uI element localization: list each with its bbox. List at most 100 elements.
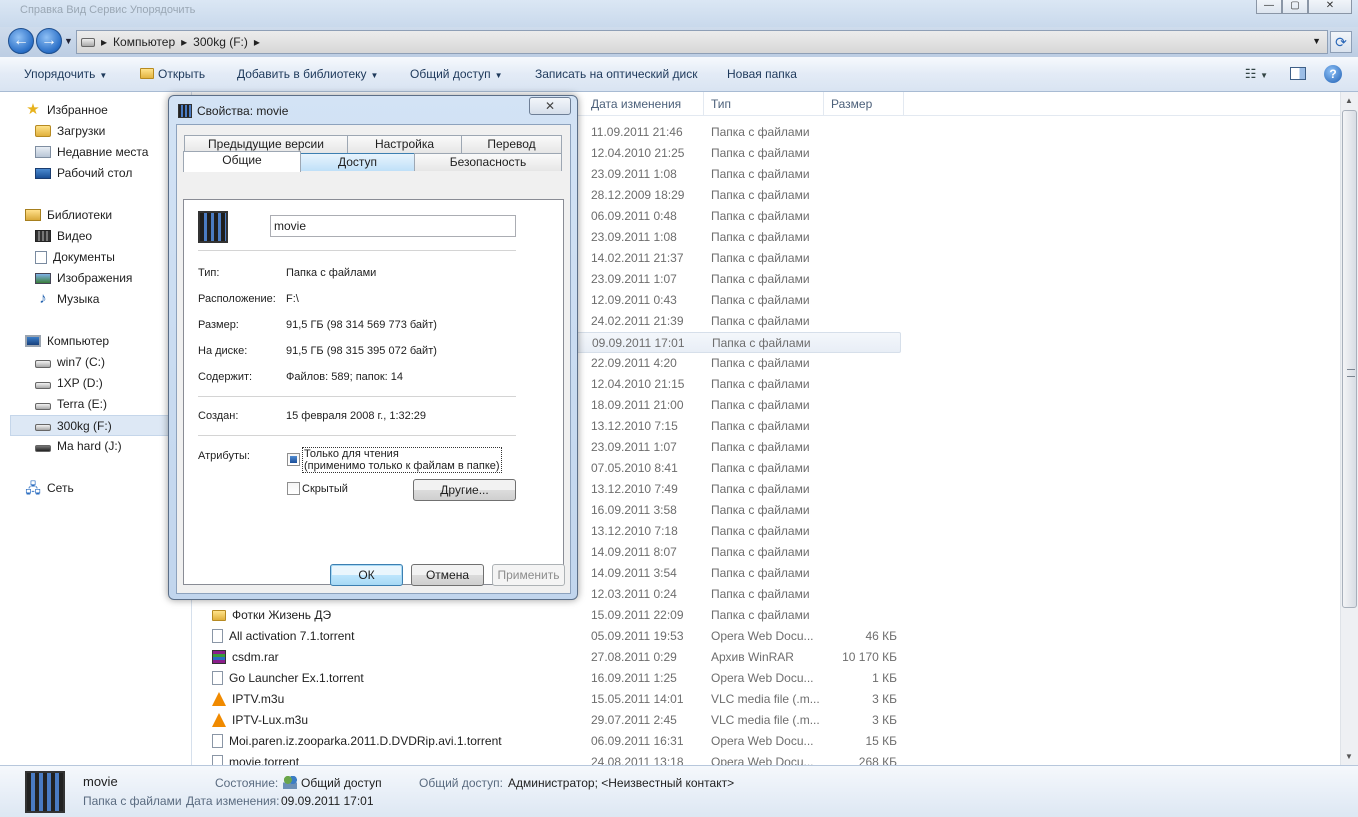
minimize-button[interactable]: —: [1256, 0, 1282, 14]
organize-button[interactable]: Упорядочить ▼: [24, 67, 107, 81]
column-header-size[interactable]: Размер: [831, 97, 872, 111]
location-value: F:\: [286, 293, 299, 305]
preview-pane-icon[interactable]: [1290, 67, 1306, 80]
nav-documents-label: Документы: [53, 250, 115, 264]
cancel-button[interactable]: Отмена: [411, 564, 484, 586]
nav-images[interactable]: Изображения: [35, 271, 132, 285]
nav-downloads[interactable]: Загрузки: [35, 124, 105, 138]
date-modified-cell: 13.12.2010 7:18: [591, 524, 678, 538]
recent-pages-dropdown[interactable]: ▼: [64, 36, 73, 46]
pictures-library-icon: [35, 272, 51, 284]
tab-sharing[interactable]: Доступ: [300, 153, 415, 171]
breadcrumb-separator[interactable]: ▸: [254, 35, 260, 49]
open-button[interactable]: Открыть: [140, 67, 205, 81]
table-row[interactable]: All activation 7.1.torrent 05.09.2011 19:…: [193, 626, 901, 647]
scroll-down-icon[interactable]: ▼: [1345, 752, 1353, 761]
nav-computer[interactable]: Компьютер: [25, 334, 109, 348]
back-button[interactable]: ←: [8, 28, 34, 54]
divider: [198, 435, 516, 436]
column-header-date[interactable]: Дата изменения: [591, 97, 681, 111]
refresh-button[interactable]: ⟳: [1330, 31, 1352, 53]
table-row[interactable]: movie.torrent 24.08.2011 13:18 Opera Web D…: [193, 752, 901, 765]
file-type-cell: Opera Web Docu...: [711, 671, 814, 685]
file-name: Фотки Жизень ДЭ: [232, 608, 332, 622]
breadcrumb-separator[interactable]: ▸: [101, 35, 107, 49]
dialog-close-button[interactable]: ✕: [529, 97, 571, 115]
tab-general[interactable]: Общие: [183, 151, 301, 172]
new-folder-button[interactable]: Новая папка: [727, 67, 797, 81]
nav-drive-d[interactable]: 1XP (D:): [35, 376, 103, 390]
tab-customize[interactable]: Настройка: [347, 135, 462, 153]
nav-recent-places[interactable]: Недавние места: [35, 145, 148, 159]
nav-drive-j[interactable]: Ma hard (J:): [35, 439, 122, 453]
file-type-cell: Папка с файлами: [711, 209, 810, 223]
size-on-disk-value: 91,5 ГБ (98 315 395 072 байт): [286, 345, 437, 357]
date-modified-cell: 22.09.2011 4:20: [591, 356, 677, 370]
forward-button[interactable]: →: [36, 28, 62, 54]
nav-music[interactable]: ♪ Музыка: [35, 291, 99, 306]
breadcrumb-drive-f[interactable]: 300kg (F:): [193, 35, 248, 49]
view-options-button[interactable]: ☷ ▼: [1245, 66, 1268, 82]
nav-drive-c[interactable]: win7 (C:): [35, 355, 105, 369]
table-row[interactable]: csdm.rar 27.08.2011 0:29 Архив WinRAR 10 17…: [193, 647, 901, 668]
file-name-cell: csdm.rar: [212, 650, 279, 664]
folder-video-icon: [178, 104, 192, 118]
nav-documents[interactable]: Документы: [35, 250, 115, 264]
navigation-pane: ★ Избранное Загрузки Недавние места Рабоч…: [0, 92, 192, 765]
column-divider[interactable]: [703, 92, 704, 116]
file-name: csdm.rar: [232, 650, 279, 664]
column-header-type[interactable]: Тип: [711, 97, 731, 111]
folder-name-field[interactable]: [270, 215, 516, 237]
nav-video[interactable]: Видео: [35, 229, 92, 243]
nav-libraries[interactable]: Библиотеки: [25, 208, 112, 222]
nav-drive-f[interactable]: 300kg (F:): [10, 415, 190, 436]
apply-button[interactable]: Применить: [492, 564, 565, 586]
details-modified-label: Дата изменения:: [186, 794, 280, 808]
file-type-cell: Папка с файлами: [711, 377, 810, 391]
advanced-attributes-button[interactable]: Другие...: [413, 479, 516, 501]
date-modified-cell: 14.09.2011 3:54: [591, 566, 677, 580]
ok-button[interactable]: ОК: [330, 564, 403, 586]
drive-icon: [81, 37, 95, 47]
nav-favorites[interactable]: ★ Избранное: [25, 102, 108, 118]
nav-desktop[interactable]: Рабочий стол: [35, 166, 132, 180]
table-row[interactable]: Moi.paren.iz.zooparka.2011.D.DVDRip.avi.…: [193, 731, 901, 752]
hidden-label[interactable]: Скрытый: [302, 483, 348, 495]
readonly-checkbox[interactable]: [287, 453, 300, 466]
hard-drive-icon: [35, 424, 51, 431]
table-row[interactable]: Фотки Жизень ДЭ 15.09.2011 22:09 Папка с ф…: [193, 605, 901, 626]
address-bar[interactable]: ▸ Компьютер ▸ 300kg (F:) ▸ ▼: [76, 30, 1328, 54]
readonly-label[interactable]: Только для чтения (применимо только к фа…: [302, 447, 502, 473]
column-divider[interactable]: [903, 92, 904, 116]
address-dropdown-icon[interactable]: ▼: [1312, 36, 1321, 46]
scrollbar-thumb[interactable]: [1342, 110, 1357, 608]
nav-video-label: Видео: [57, 229, 93, 243]
document-icon: [212, 671, 223, 685]
scroll-up-icon[interactable]: ▲: [1345, 96, 1353, 105]
breadcrumb-separator[interactable]: ▸: [181, 35, 187, 49]
date-modified-cell: 05.09.2011 19:53: [591, 629, 684, 643]
back-arrow-icon: ←: [13, 32, 29, 49]
table-row[interactable]: IPTV.m3u 15.05.2011 14:01 VLC media file (…: [193, 689, 901, 710]
close-window-button[interactable]: ✕: [1308, 0, 1352, 14]
nav-network[interactable]: 🖧 Сеть: [25, 481, 74, 495]
tab-translation[interactable]: Перевод: [461, 135, 562, 153]
vertical-scrollbar[interactable]: ▲ ▼: [1340, 92, 1358, 765]
column-divider[interactable]: [823, 92, 824, 116]
file-type-cell: Папка с файлами: [711, 482, 810, 496]
date-modified-cell: 11.09.2011 21:46: [591, 125, 683, 139]
file-type-cell: Opera Web Docu...: [711, 629, 814, 643]
add-to-library-button[interactable]: Добавить в библиотеку ▼: [237, 67, 378, 81]
help-icon[interactable]: ?: [1324, 65, 1342, 83]
file-type-cell: Папка с файлами: [711, 188, 810, 202]
maximize-button[interactable]: ▢: [1282, 0, 1308, 14]
breadcrumb-computer[interactable]: Компьютер: [113, 35, 175, 49]
command-bar: Упорядочить ▼ Открыть Добавить в библиоте…: [0, 57, 1358, 92]
nav-drive-e[interactable]: Terra (E:): [35, 397, 107, 411]
tab-security[interactable]: Безопасность: [414, 153, 562, 171]
table-row[interactable]: Go Launcher Ex.1.torrent 16.09.2011 1:25 O…: [193, 668, 901, 689]
burn-button[interactable]: Записать на оптический диск: [535, 67, 698, 81]
share-button[interactable]: Общий доступ ▼: [410, 67, 503, 81]
table-row[interactable]: IPTV-Lux.m3u 29.07.2011 2:45 VLC media fil…: [193, 710, 901, 731]
hidden-checkbox[interactable]: [287, 482, 300, 495]
